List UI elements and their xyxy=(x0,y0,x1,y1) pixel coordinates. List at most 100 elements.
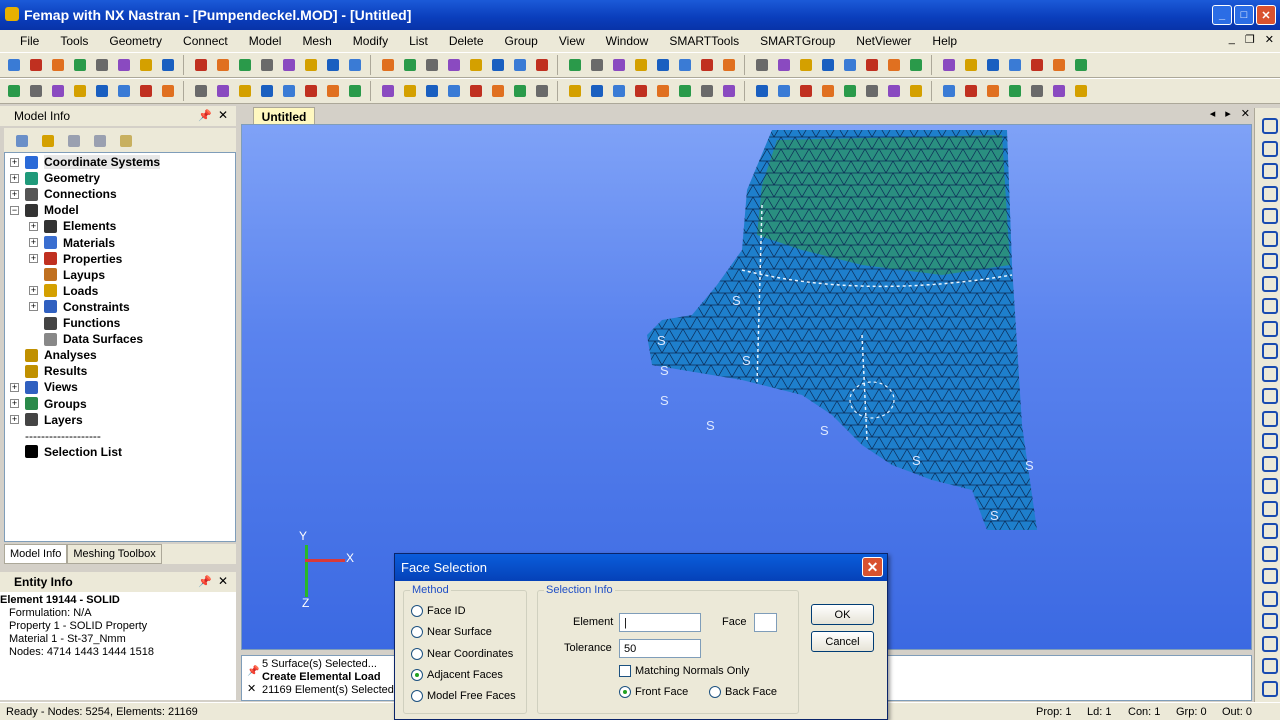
new-icon[interactable] xyxy=(752,55,772,75)
line-icon[interactable] xyxy=(1258,519,1278,539)
open-folder-icon[interactable] xyxy=(38,131,58,151)
tree-node[interactable]: ------------------- xyxy=(10,428,101,444)
constraint-icon[interactable] xyxy=(532,81,552,101)
solid-icon[interactable] xyxy=(1258,497,1278,517)
render-icon[interactable] xyxy=(719,55,739,75)
open-icon[interactable] xyxy=(774,55,794,75)
tab-right-icon[interactable]: ▸ xyxy=(1225,107,1231,120)
tree-node[interactable]: − Model xyxy=(10,202,79,218)
snap-icon[interactable] xyxy=(631,81,651,101)
menu-modify[interactable]: Modify xyxy=(341,34,397,48)
pin-icon[interactable]: 📌 xyxy=(198,575,212,588)
render-icon[interactable] xyxy=(983,81,1003,101)
zoom-icon[interactable] xyxy=(422,81,442,101)
expand-toggle-icon[interactable]: + xyxy=(10,415,19,425)
close-panel-icon[interactable]: ✕ xyxy=(218,108,228,122)
constraint-icon[interactable] xyxy=(906,81,926,101)
tree-node[interactable]: + Views xyxy=(10,379,78,395)
minimize-button[interactable]: _ xyxy=(1212,5,1232,25)
maximize-button[interactable]: □ xyxy=(1234,5,1254,25)
element-icon[interactable] xyxy=(565,81,585,101)
expand-toggle-icon[interactable]: + xyxy=(10,399,19,408)
constraint-icon[interactable] xyxy=(257,55,277,75)
curve-icon[interactable] xyxy=(1258,317,1278,337)
open-icon[interactable] xyxy=(26,55,46,75)
new-icon[interactable] xyxy=(279,81,299,101)
menu-list[interactable]: List xyxy=(397,34,437,48)
radio-circle[interactable] xyxy=(709,686,721,698)
rotate-icon[interactable] xyxy=(884,55,904,75)
document-tab[interactable]: Untitled xyxy=(253,107,315,125)
close-document-icon[interactable]: ✕ xyxy=(1241,107,1250,120)
expand-toggle-icon[interactable]: − xyxy=(10,205,19,215)
menu-help[interactable]: Help xyxy=(920,34,966,48)
method-radio[interactable]: Face ID xyxy=(411,605,466,617)
grid-icon[interactable] xyxy=(92,81,112,101)
element-input[interactable]: | xyxy=(619,613,701,632)
load-icon[interactable] xyxy=(136,81,156,101)
tree-node[interactable]: + Loads xyxy=(29,283,98,299)
expand-toggle-icon[interactable]: + xyxy=(10,382,19,392)
arc-icon[interactable] xyxy=(1258,407,1278,427)
tree-node[interactable]: + Groups xyxy=(10,396,87,412)
arc-icon[interactable] xyxy=(1258,542,1278,562)
filter-icon[interactable] xyxy=(64,131,84,151)
arc-icon[interactable] xyxy=(1258,677,1278,697)
surface-icon[interactable] xyxy=(1258,474,1278,494)
grid-icon[interactable] xyxy=(191,55,211,75)
solid-icon[interactable] xyxy=(1258,362,1278,382)
tool-icon[interactable] xyxy=(70,55,90,75)
solid-icon[interactable] xyxy=(1258,227,1278,247)
tree-node[interactable]: + Connections xyxy=(10,186,117,202)
save-icon[interactable] xyxy=(48,55,68,75)
expand-toggle-icon[interactable]: + xyxy=(29,238,38,247)
rotate-icon[interactable] xyxy=(136,55,156,75)
tree-node[interactable]: + Properties xyxy=(29,251,122,267)
load-icon[interactable] xyxy=(235,55,255,75)
method-radio[interactable]: Model Free Faces xyxy=(411,690,516,703)
mesh-icon[interactable] xyxy=(213,55,233,75)
curve-icon[interactable] xyxy=(1258,452,1278,472)
surface-icon[interactable] xyxy=(1258,339,1278,359)
tree-node[interactable]: + Materials xyxy=(29,235,115,251)
snap-icon[interactable] xyxy=(257,81,277,101)
tool-icon[interactable] xyxy=(818,55,838,75)
element-icon[interactable] xyxy=(675,55,695,75)
radio-circle[interactable] xyxy=(411,626,423,639)
arc-icon[interactable] xyxy=(1258,272,1278,292)
select-icon[interactable] xyxy=(70,81,90,101)
expand-toggle-icon[interactable]: + xyxy=(29,254,38,264)
expand-toggle-icon[interactable]: + xyxy=(29,286,38,296)
mesh-icon[interactable] xyxy=(862,81,882,101)
tab-meshing-toolbox[interactable]: Meshing Toolbox xyxy=(67,544,162,564)
rotate-icon[interactable] xyxy=(26,81,46,101)
zoom-icon[interactable] xyxy=(158,55,178,75)
tree-node[interactable]: + Constraints xyxy=(29,299,130,315)
new-icon[interactable] xyxy=(1027,81,1047,101)
expand-toggle-icon[interactable]: + xyxy=(29,221,38,231)
menu-mesh[interactable]: Mesh xyxy=(290,34,340,48)
expand-toggle-icon[interactable]: + xyxy=(10,157,19,167)
tree-node[interactable]: Layups xyxy=(29,267,105,283)
solid-icon[interactable] xyxy=(1258,632,1278,652)
new-icon[interactable] xyxy=(378,55,398,75)
expand-toggle-icon[interactable]: + xyxy=(10,173,19,183)
method-radio[interactable]: Adjacent Faces xyxy=(411,668,503,681)
tool-icon[interactable] xyxy=(345,81,365,101)
menu-tools[interactable]: Tools xyxy=(48,34,97,48)
render-icon[interactable] xyxy=(235,81,255,101)
tree-node[interactable]: Functions xyxy=(29,315,120,331)
menu-file[interactable]: File xyxy=(8,34,48,48)
render-icon[interactable] xyxy=(345,55,365,75)
node-icon[interactable] xyxy=(1027,55,1047,75)
menu-group[interactable]: Group xyxy=(493,34,547,48)
mdi-minimize-icon[interactable]: _ xyxy=(1229,33,1235,46)
expand-toggle-icon[interactable]: + xyxy=(10,189,19,199)
element-icon[interactable] xyxy=(191,81,211,101)
layer-icon[interactable] xyxy=(92,55,112,75)
load-icon[interactable] xyxy=(510,81,530,101)
view-icon[interactable] xyxy=(114,55,134,75)
method-radio[interactable]: Near Surface xyxy=(411,626,492,639)
group-icon[interactable] xyxy=(213,81,233,101)
save-icon[interactable] xyxy=(796,55,816,75)
